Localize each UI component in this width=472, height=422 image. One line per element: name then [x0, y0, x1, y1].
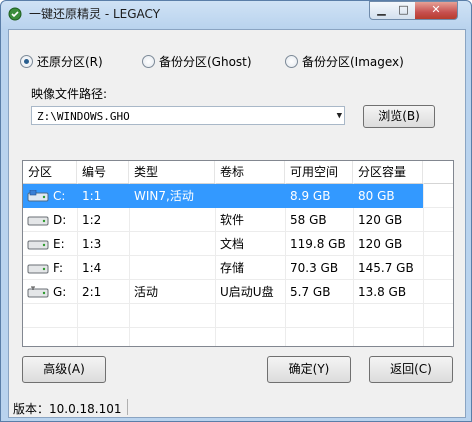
close-icon: ✕: [431, 3, 441, 16]
table-row[interactable]: G: 2:1 活动 U启动U盘 5.7 GB 13.8 GB: [23, 280, 453, 304]
browse-button[interactable]: 浏览(B): [363, 105, 435, 128]
table-header: 分区 编号 类型 卷标 可用空间 分区容量: [23, 161, 453, 184]
partition-number: 1:1: [77, 184, 129, 208]
window-title: 一键还原精灵 - LEGACY: [29, 7, 161, 21]
table-row[interactable]: F: 1:4 存储 70.3 GB 145.7 GB: [23, 256, 453, 280]
radio-restore-label: 还原分区(R): [37, 55, 103, 69]
column-header[interactable]: 类型: [129, 161, 215, 183]
minimize-button[interactable]: ▁: [369, 1, 394, 20]
maximize-icon: □: [398, 3, 409, 16]
radio-dot[interactable]: [142, 55, 155, 68]
drive-letter: C:: [53, 189, 66, 203]
table-row[interactable]: D: 1:2 软件 58 GB 120 GB: [23, 208, 453, 232]
volume-label: 存储: [220, 261, 245, 275]
free-space: 5.7 GB: [290, 285, 331, 299]
partition-type: 活动: [134, 285, 159, 299]
app-window: 一键还原精灵 - LEGACY ▁ □ ✕ 还原分区(R) 备份分区(Ghost…: [0, 0, 472, 422]
column-header[interactable]: 卷标: [215, 161, 285, 183]
drive-cell: G:: [23, 280, 77, 304]
partition-size: 13.8 GB: [358, 285, 407, 299]
main-panel: 还原分区(R) 备份分区(Ghost) 备份分区(Imagex) 映像文件路径:…: [8, 29, 466, 399]
free-space: 8.9 GB: [285, 184, 353, 208]
drive-cell: F:: [23, 256, 77, 280]
partition-number: 2:1: [82, 285, 102, 299]
volume-label: U启动U盘: [220, 285, 274, 299]
volume-label: [215, 184, 285, 208]
partition-number: 1:2: [82, 213, 102, 227]
table-row[interactable]: E: 1:3 文档 119.8 GB 120 GB: [23, 232, 453, 256]
column-header[interactable]: 分区容量: [353, 161, 423, 183]
radio-backup-imagex-label: 备份分区(Imagex): [302, 55, 404, 69]
partition-size: 80 GB: [353, 184, 423, 208]
drive-letter: E:: [53, 237, 65, 251]
drive-cell: C:: [23, 184, 77, 208]
radio-backup-ghost[interactable]: 备份分区(Ghost): [142, 53, 252, 70]
partition-number: 1:4: [82, 261, 102, 275]
partition-size: 120 GB: [358, 237, 403, 251]
back-button[interactable]: 返回(C): [369, 356, 453, 383]
column-header[interactable]: 分区: [23, 161, 77, 183]
radio-dot[interactable]: [285, 55, 298, 68]
drive-icon: [27, 216, 49, 226]
table-row[interactable]: C: 1:1 WIN7,活动 8.9 GB 80 GB: [23, 184, 453, 208]
partition-size: 145.7 GB: [358, 261, 414, 275]
radio-restore[interactable]: 还原分区(R): [20, 53, 103, 70]
usb-drive-icon: [27, 286, 49, 298]
title-bar[interactable]: 一键还原精灵 - LEGACY ▁ □ ✕: [1, 1, 471, 27]
image-path-combobox[interactable]: Z:\WINDOWS.GHO ▼: [31, 106, 345, 125]
partition-table: 分区 编号 类型 卷标 可用空间 分区容量 C: 1:1 WIN7,活动 8.9…: [22, 160, 454, 347]
partition-type: WIN7,活动: [129, 184, 215, 208]
free-space: 58 GB: [290, 213, 327, 227]
radio-backup-imagex[interactable]: 备份分区(Imagex): [285, 53, 404, 70]
version-text: 版本：10.0.18.101: [13, 402, 122, 416]
status-bar: 版本：10.0.18.101: [8, 398, 466, 418]
image-path-value: Z:\WINDOWS.GHO: [37, 110, 130, 123]
drive-letter: G:: [53, 285, 67, 299]
minimize-icon: ▁: [377, 3, 386, 16]
close-button[interactable]: ✕: [415, 1, 458, 20]
partition-number: 1:3: [82, 237, 102, 251]
radio-backup-ghost-label: 备份分区(Ghost): [159, 55, 252, 69]
app-icon: [8, 7, 22, 21]
dropdown-arrow-icon[interactable]: ▼: [337, 107, 342, 126]
column-header[interactable]: 编号: [77, 161, 129, 183]
partition-size: 120 GB: [358, 213, 403, 227]
advanced-button[interactable]: 高级(A): [22, 356, 106, 383]
partition-type: [129, 208, 215, 232]
free-space: 119.8 GB: [290, 237, 346, 251]
drive-cell: D:: [23, 208, 77, 232]
status-divider: [127, 399, 128, 415]
partition-type: [129, 256, 215, 280]
ok-button[interactable]: 确定(Y): [267, 356, 351, 383]
drive-icon: [27, 240, 49, 250]
radio-dot[interactable]: [20, 55, 33, 68]
drive-letter: D:: [53, 213, 67, 227]
drive-cell: E:: [23, 232, 77, 256]
image-path-label: 映像文件路径:: [31, 87, 108, 101]
partition-type: [129, 232, 215, 256]
drive-icon: [27, 264, 49, 274]
free-space: 70.3 GB: [290, 261, 339, 275]
maximize-button[interactable]: □: [392, 1, 416, 20]
column-header[interactable]: 可用空间: [285, 161, 353, 183]
volume-label: 文档: [220, 237, 245, 251]
volume-label: 软件: [220, 213, 245, 227]
drive-letter: F:: [53, 261, 64, 275]
system-drive-icon: [27, 190, 49, 202]
